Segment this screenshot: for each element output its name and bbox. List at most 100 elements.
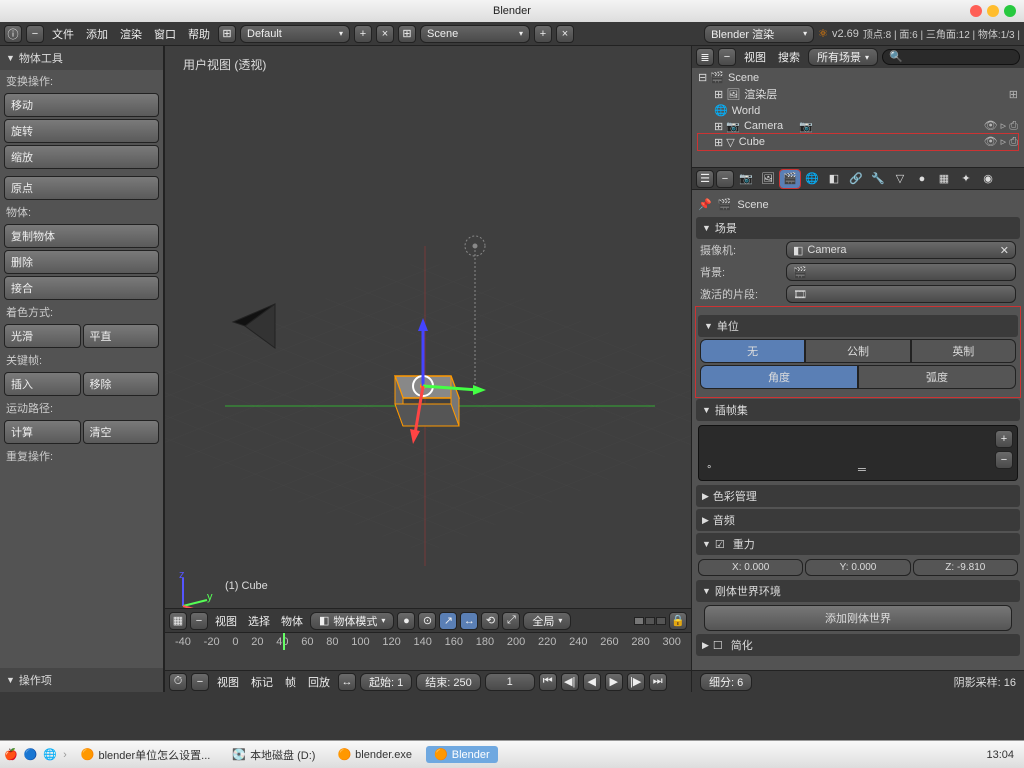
keying-remove-icon[interactable]: − bbox=[995, 451, 1013, 469]
origin-button[interactable]: 原点 bbox=[4, 176, 159, 200]
flat-button[interactable]: 平直 bbox=[83, 324, 160, 348]
collapse-menu-icon[interactable]: − bbox=[190, 612, 208, 630]
outliner-item-cube[interactable]: ⊞ ▽Cube👁 ▹ ⎙ bbox=[698, 134, 1018, 150]
play-reverse-icon[interactable]: ◀ bbox=[583, 673, 601, 691]
remove-key-button[interactable]: 移除 bbox=[83, 372, 160, 396]
apple-menu-icon[interactable]: 🍎 bbox=[4, 748, 18, 761]
collapse-icon[interactable]: − bbox=[26, 25, 44, 43]
background-field[interactable]: 🎬 bbox=[786, 263, 1016, 281]
tab-data-icon[interactable]: ▽ bbox=[890, 170, 910, 188]
browser-icon[interactable]: 🌐 bbox=[43, 748, 57, 761]
active-clip-field[interactable]: 🎞 bbox=[786, 285, 1016, 303]
keying-add-icon[interactable]: + bbox=[995, 430, 1013, 448]
task-item[interactable]: 🟠 blender单位怎么设置... bbox=[73, 745, 219, 765]
mode-selector[interactable]: ◧ 物体模式 ▾ bbox=[310, 612, 394, 630]
start-frame-field[interactable]: 起始: 1 bbox=[360, 673, 412, 691]
task-item[interactable]: 💽 本地磁盘 (D:) bbox=[224, 745, 323, 765]
unit-none[interactable]: 无 bbox=[700, 339, 805, 363]
layout-browse-icon[interactable]: ⊞ bbox=[218, 25, 236, 43]
tab-modifiers-icon[interactable]: 🔧 bbox=[868, 170, 888, 188]
layers-widget[interactable] bbox=[634, 617, 666, 625]
task-item-active[interactable]: 🟠 Blender bbox=[426, 746, 498, 763]
unit-system-segmented[interactable]: 无 公制 英制 bbox=[700, 339, 1016, 363]
angle-unit-segmented[interactable]: 角度 弧度 bbox=[700, 365, 1016, 389]
menu-file[interactable]: 文件 bbox=[48, 26, 78, 42]
panel-audio[interactable]: 音频 bbox=[696, 509, 1020, 531]
delete-button[interactable]: 删除 bbox=[4, 250, 159, 274]
3d-viewport[interactable]: 用户视图 (透视) zy (1) Cube bbox=[164, 46, 692, 692]
panel-object-tools[interactable]: 物体工具 bbox=[0, 46, 163, 70]
tab-material-icon[interactable]: ● bbox=[912, 170, 932, 188]
gravity-y-field[interactable]: Y: 0.000 bbox=[805, 559, 910, 576]
calc-path-button[interactable]: 计算 bbox=[4, 420, 81, 444]
outliner-item-scene[interactable]: ⊟ 🎬Scene bbox=[698, 70, 1018, 85]
layout-add-icon[interactable]: + bbox=[354, 25, 372, 43]
pivot-icon[interactable]: ⊙ bbox=[418, 612, 436, 630]
panel-gravity[interactable]: ☑重力 bbox=[696, 533, 1020, 555]
max-btn[interactable] bbox=[1004, 5, 1016, 17]
outliner-collapse-icon[interactable]: − bbox=[718, 48, 736, 66]
shading-solid-icon[interactable]: ● bbox=[397, 612, 415, 630]
min-btn[interactable] bbox=[987, 5, 999, 17]
duplicate-button[interactable]: 复制物体 bbox=[4, 224, 159, 248]
operator-panel[interactable]: 操作项 bbox=[0, 668, 163, 692]
playhead[interactable] bbox=[283, 633, 285, 650]
tl-menu-view[interactable]: 视图 bbox=[213, 674, 243, 690]
outliner-item-world[interactable]: 🌐World bbox=[698, 103, 1018, 118]
tab-constraints-icon[interactable]: 🔗 bbox=[846, 170, 866, 188]
out-menu-view[interactable]: 视图 bbox=[740, 49, 770, 65]
join-button[interactable]: 接合 bbox=[4, 276, 159, 300]
keyframe-next-icon[interactable]: |▶ bbox=[627, 673, 645, 691]
tab-object-icon[interactable]: ◧ bbox=[824, 170, 844, 188]
render-engine-selector[interactable]: Blender 渲染▾ bbox=[704, 25, 814, 43]
unit-imperial[interactable]: 英制 bbox=[911, 339, 1016, 363]
tl-menu-playback[interactable]: 回放 bbox=[304, 674, 334, 690]
gravity-x-field[interactable]: X: 0.000 bbox=[698, 559, 803, 576]
unit-metric[interactable]: 公制 bbox=[805, 339, 910, 363]
panel-rigidbody[interactable]: 刚体世界环境 bbox=[696, 580, 1020, 602]
manip-rotate-icon[interactable]: ⟲ bbox=[481, 612, 499, 630]
add-rigidbody-world-button[interactable]: 添加刚体世界 bbox=[704, 605, 1012, 631]
timeline-editor[interactable]: -40-200204060801001201401601802002202402… bbox=[165, 632, 691, 670]
panel-scene[interactable]: 场景 bbox=[696, 217, 1020, 239]
smooth-button[interactable]: 光滑 bbox=[4, 324, 81, 348]
menu-render[interactable]: 渲染 bbox=[116, 26, 146, 42]
tab-render-icon[interactable]: 📷 bbox=[736, 170, 756, 188]
close-btn[interactable] bbox=[970, 5, 982, 17]
finder-icon[interactable]: 🔵 bbox=[24, 748, 38, 761]
gravity-z-field[interactable]: Z: -9.810 bbox=[913, 559, 1018, 576]
props-collapse-icon[interactable]: − bbox=[716, 170, 734, 188]
tl-range-icon[interactable]: ↔ bbox=[338, 673, 356, 691]
panel-simplify[interactable]: ☐简化 bbox=[696, 634, 1020, 656]
outliner-search-input[interactable]: 🔍 bbox=[882, 49, 1020, 65]
panel-units[interactable]: 单位 bbox=[698, 315, 1018, 337]
tl-collapse-icon[interactable]: − bbox=[191, 673, 209, 691]
tab-renderlayers-icon[interactable]: 🖼 bbox=[758, 170, 778, 188]
scene-del-icon[interactable]: × bbox=[556, 25, 574, 43]
play-icon[interactable]: ▶ bbox=[605, 673, 623, 691]
tab-texture-icon[interactable]: ▦ bbox=[934, 170, 954, 188]
menu-window[interactable]: 窗口 bbox=[150, 26, 180, 42]
menu-add[interactable]: 添加 bbox=[82, 26, 112, 42]
grab-button[interactable]: 移动 bbox=[4, 93, 159, 117]
menu-help[interactable]: 帮助 bbox=[184, 26, 214, 42]
out-menu-search[interactable]: 搜索 bbox=[774, 49, 804, 65]
manipulator-toggle-icon[interactable]: ↗ bbox=[439, 612, 457, 630]
layout-del-icon[interactable]: × bbox=[376, 25, 394, 43]
outliner-editor-icon[interactable]: ≣ bbox=[696, 48, 714, 66]
camera-field[interactable]: ◧ Camera✕ bbox=[786, 241, 1016, 259]
task-item[interactable]: 🟠 blender.exe bbox=[329, 746, 420, 763]
timeline-editor-icon[interactable]: ⏱ bbox=[169, 673, 187, 691]
panel-keying[interactable]: 插帧集 bbox=[696, 399, 1020, 421]
editor-type-icon[interactable]: ▦ bbox=[169, 612, 187, 630]
keying-set-list[interactable]: +− ° ═ bbox=[698, 425, 1018, 481]
info-editor-icon[interactable]: ⓘ bbox=[4, 25, 22, 43]
outliner-item-camera[interactable]: ⊞ 📷Camera📷👁 ▹ ⎙ bbox=[698, 118, 1018, 134]
pin-icon[interactable]: 📌 bbox=[698, 198, 712, 211]
orientation-selector[interactable]: 全局 ▾ bbox=[523, 612, 571, 630]
current-frame-field[interactable]: 1 bbox=[485, 673, 535, 691]
rotate-button[interactable]: 旋转 bbox=[4, 119, 159, 143]
end-frame-field[interactable]: 结束: 250 bbox=[416, 673, 480, 691]
keyframe-prev-icon[interactable]: ◀| bbox=[561, 673, 579, 691]
manip-translate-icon[interactable]: ↔ bbox=[460, 612, 478, 630]
